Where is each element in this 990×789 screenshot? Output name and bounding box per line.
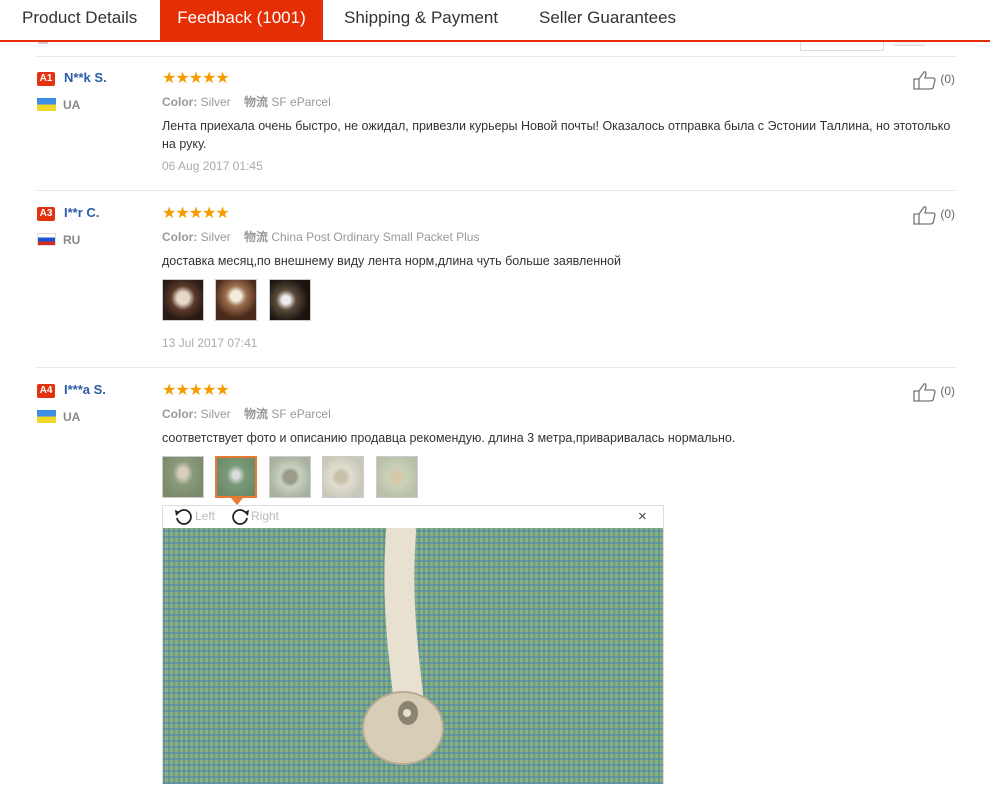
review-text: соответствует фото и описанию продавца р…: [162, 431, 736, 445]
tape-photo-illustration: [362, 517, 444, 765]
buyer-name: I***a S.: [64, 382, 106, 397]
review-photo-thumbnail[interactable]: [215, 279, 258, 321]
rating-stars: ★★★★★: [162, 382, 230, 399]
color-value: Silver: [200, 95, 231, 109]
rotate-left-icon: [175, 509, 192, 525]
helpful-button[interactable]: (0): [913, 382, 955, 402]
review-photo-thumbnail-selected[interactable]: [215, 456, 258, 505]
tab-feedback[interactable]: Feedback (1001): [160, 0, 323, 40]
review-photos: [162, 456, 425, 505]
country-flag-icon: [37, 98, 56, 111]
order-info: Color: Silver 物流 SF eParcel: [162, 405, 331, 422]
feedback-toolbar: [0, 42, 990, 56]
logistics-label: 物流: [244, 230, 269, 244]
rotate-left-button[interactable]: Left: [173, 508, 215, 526]
view-toggle[interactable]: [893, 42, 925, 46]
review-item: A3 I**r C. RU ★★★★★ Color: Silver 物流 Chi…: [36, 191, 956, 368]
buyer-country: RU: [63, 233, 81, 247]
thumbs-up-icon: [913, 206, 936, 225]
review-item: A1 N**k S. UA ★★★★★ Color: Silver 物流 SF …: [36, 57, 956, 191]
viewer-toolbar: Left Right ×: [163, 506, 663, 528]
filter-checkbox-edge[interactable]: [38, 42, 48, 44]
helpful-button[interactable]: (0): [913, 70, 955, 90]
buyer-name: N**k S.: [64, 70, 107, 85]
country-flag-icon: [37, 233, 56, 246]
photo-viewer: Left Right ×: [162, 505, 664, 784]
tab-seller-guarantees[interactable]: Seller Guarantees: [539, 0, 676, 40]
buyer-name: I**r C.: [64, 205, 100, 220]
close-icon[interactable]: ×: [638, 508, 647, 525]
rotate-right-icon: [232, 509, 249, 525]
review-date: 06 Aug 2017 01:45: [162, 159, 263, 173]
thumbs-up-icon: [913, 383, 936, 402]
review-date: 13 Jul 2017 07:41: [162, 336, 258, 350]
order-info: Color: Silver 物流 China Post Ordinary Sma…: [162, 228, 479, 245]
color-label: Color:: [162, 407, 198, 421]
thumbs-up-icon: [913, 71, 936, 90]
review-photo-thumbnail[interactable]: [322, 456, 365, 498]
rating-stars: ★★★★★: [162, 205, 230, 222]
order-info: Color: Silver 物流 SF eParcel: [162, 93, 331, 110]
review-text: Лента приехала очень быстро, не ожидал, …: [162, 119, 951, 151]
color-value: Silver: [200, 407, 231, 421]
review-text: доставка месяц,по внешнему виду лента но…: [162, 254, 621, 268]
review-photo-thumbnail[interactable]: [162, 279, 204, 321]
review-photo-thumbnail[interactable]: [162, 456, 204, 498]
color-label: Color:: [162, 95, 198, 109]
enlarged-review-photo: [163, 517, 663, 784]
rotate-right-button[interactable]: Right: [229, 508, 279, 526]
logistics-value: China Post Ordinary Small Packet Plus: [271, 230, 480, 244]
buyer-country: UA: [63, 98, 81, 112]
review-photo-thumbnail[interactable]: [268, 279, 311, 321]
rotate-right-label: Right: [251, 509, 280, 524]
logistics-value: SF eParcel: [271, 407, 331, 421]
review-photo-thumbnail[interactable]: [268, 456, 311, 498]
color-value: Silver: [200, 230, 231, 244]
buyer-level-badge: A4: [37, 384, 55, 398]
review-photo-thumbnail[interactable]: [375, 456, 418, 498]
tab-bar: Product Details Feedback (1001) Shipping…: [0, 0, 990, 42]
buyer-level-badge: A1: [37, 72, 55, 86]
logistics-label: 物流: [244, 407, 269, 421]
buyer-country: UA: [63, 410, 81, 424]
helpful-count: (0): [940, 207, 956, 222]
review-photos: [162, 279, 318, 321]
country-flag-icon: [37, 410, 56, 423]
helpful-button[interactable]: (0): [913, 205, 955, 225]
tab-product-details[interactable]: Product Details: [22, 0, 137, 40]
rotate-left-label: Left: [195, 509, 216, 524]
helpful-count: (0): [940, 72, 956, 87]
sort-select[interactable]: [800, 42, 884, 51]
logistics-label: 物流: [244, 95, 269, 109]
helpful-count: (0): [940, 384, 956, 399]
logistics-value: SF eParcel: [271, 95, 331, 109]
color-label: Color:: [162, 230, 198, 244]
buyer-level-badge: A3: [37, 207, 55, 221]
rating-stars: ★★★★★: [162, 70, 230, 87]
tab-shipping-payment[interactable]: Shipping & Payment: [344, 0, 498, 40]
